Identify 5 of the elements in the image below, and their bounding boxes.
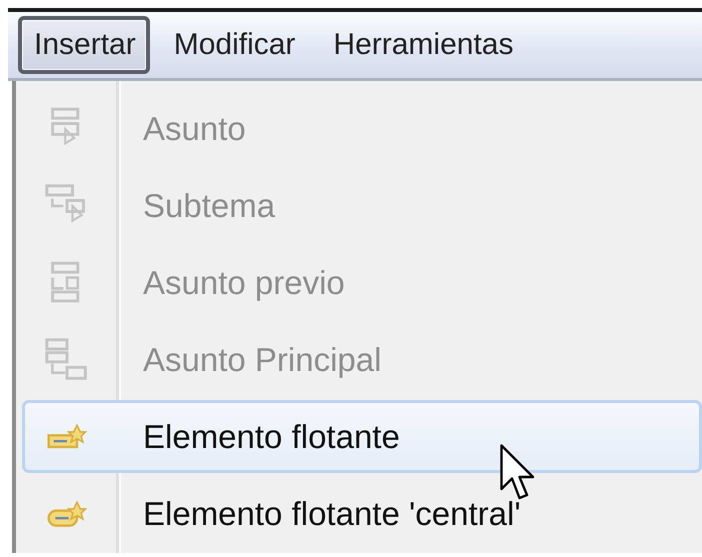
menu-bar-item[interactable]: Modificar [158, 16, 310, 74]
menu-bar-item[interactable]: Insertar [18, 16, 150, 74]
menu-bar-item[interactable]: Herramientas [317, 16, 528, 74]
menu-item[interactable]: Elemento flotante 'central' [22, 477, 702, 550]
menu-item[interactable]: Elemento flotante [22, 400, 702, 473]
